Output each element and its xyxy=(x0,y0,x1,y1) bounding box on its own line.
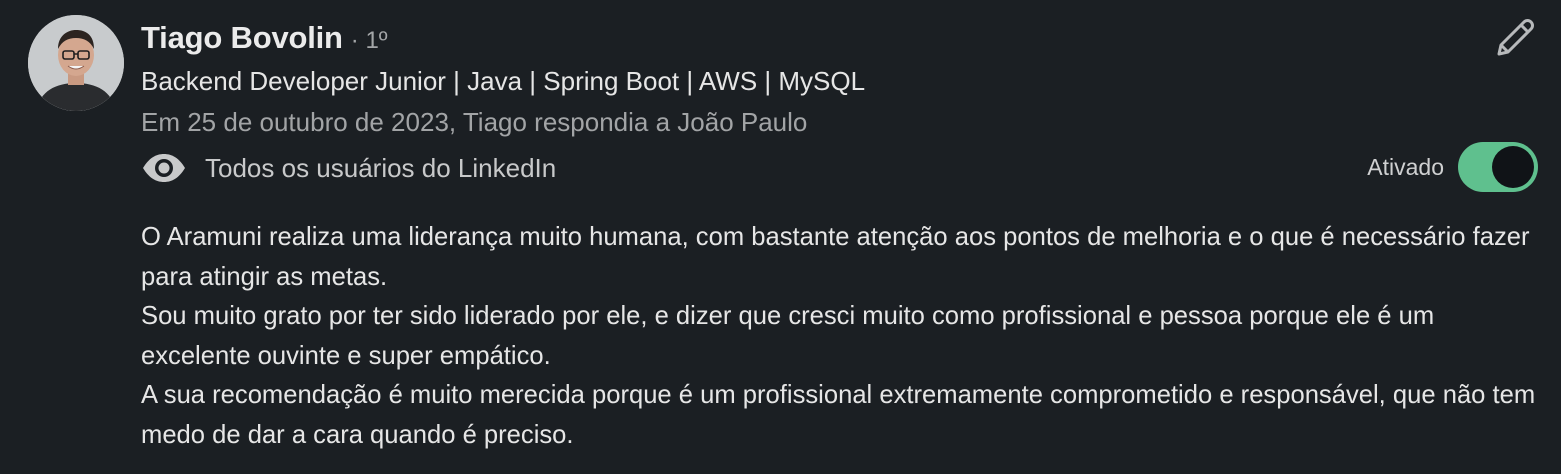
toggle-knob xyxy=(1492,146,1534,188)
paragraph: Sou muito grato por ter sido liderado po… xyxy=(141,302,1435,370)
toggle-label: Ativado xyxy=(1367,153,1444,180)
author-headline: Backend Developer Junior | Java | Spring… xyxy=(141,66,866,96)
author-line: Tiago Bovolin · 1º xyxy=(141,20,388,60)
visibility-setting: Todos os usuários do LinkedIn xyxy=(141,148,556,188)
avatar[interactable] xyxy=(28,15,124,111)
visibility-toggle[interactable] xyxy=(1458,142,1538,192)
eye-icon xyxy=(141,153,187,183)
visibility-label: Todos os usuários do LinkedIn xyxy=(205,152,557,183)
visibility-toggle-group: Ativado xyxy=(1367,142,1538,192)
paragraph: A sua recomendação é muito merecida porq… xyxy=(141,381,1536,449)
pencil-icon[interactable] xyxy=(1493,16,1537,62)
author-name[interactable]: Tiago Bovolin xyxy=(141,20,343,56)
recommendation-text: O Aramuni realiza uma liderança muito hu… xyxy=(141,218,1546,455)
recommendation-card: Tiago Bovolin · 1º Backend Developer Jun… xyxy=(0,0,1561,474)
connection-degree: · 1º xyxy=(350,27,388,54)
paragraph: O Aramuni realiza uma liderança muito hu… xyxy=(141,223,1530,291)
recommendation-context: Em 25 de outubro de 2023, Tiago respondi… xyxy=(141,107,808,137)
